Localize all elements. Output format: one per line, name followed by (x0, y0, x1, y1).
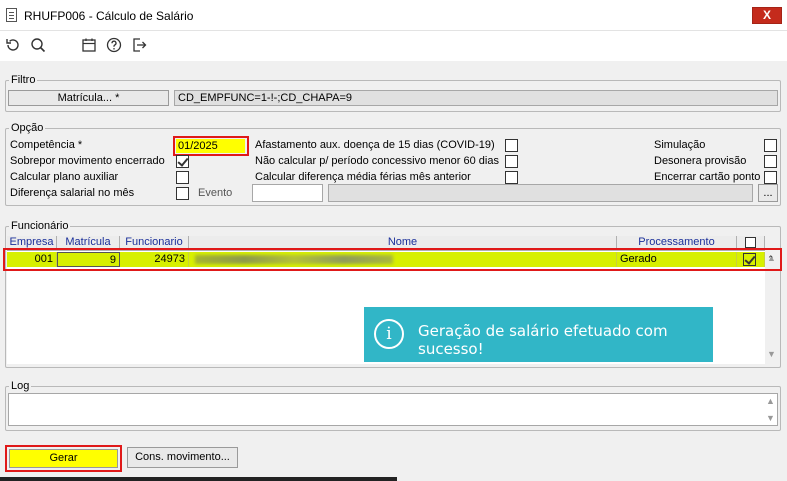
cell-matricula[interactable]: 9 (57, 252, 120, 267)
evento-lookup-button[interactable]: ... (758, 184, 778, 202)
competencia-label: Competência * (10, 139, 83, 151)
col-header-matricula[interactable]: Matrícula (57, 236, 120, 250)
grid-scrollbar[interactable]: ▲ ▼ (765, 250, 778, 364)
encerrar-label: Encerrar cartão ponto (654, 171, 761, 183)
log-textarea[interactable] (8, 393, 778, 426)
log-scroll-down-icon[interactable]: ▼ (766, 413, 775, 423)
log-scroll-up-icon[interactable]: ▲ (766, 396, 775, 406)
simulacao-label: Simulação (654, 139, 706, 151)
evento-label: Evento (198, 187, 233, 199)
evento-input[interactable] (252, 184, 323, 202)
afastamento-label: Afastamento aux. doença de 15 dias (COVI… (255, 139, 495, 151)
undo-icon[interactable] (4, 36, 22, 54)
desonera-label: Desonera provisão (654, 155, 747, 167)
close-button[interactable]: X (752, 7, 782, 24)
opcao-label: Opção (9, 122, 46, 134)
log-label: Log (9, 380, 32, 392)
help-icon[interactable] (105, 36, 123, 54)
col-header-select[interactable] (737, 236, 765, 250)
plano-auxiliar-checkbox[interactable] (176, 171, 189, 184)
matricula-button[interactable]: Matrícula... * (8, 90, 169, 106)
col-header-processamento[interactable]: Processamento (617, 236, 737, 250)
row-caret-icon: ⌃ (767, 254, 775, 264)
cons-movimento-button[interactable]: Cons. movimento... (127, 447, 238, 468)
row-select-checkbox[interactable] (743, 253, 756, 266)
cell-nome (189, 252, 617, 267)
encerrar-checkbox[interactable] (764, 171, 777, 184)
sobrepor-checkbox[interactable] (176, 155, 189, 168)
evento-description (328, 184, 753, 202)
blurred-name (195, 255, 393, 264)
exit-icon[interactable] (130, 36, 148, 54)
document-icon (6, 8, 17, 22)
cell-empresa: 001 (7, 252, 57, 267)
funcionario-label: Funcionário (9, 220, 71, 232)
success-toast: i Geração de salário efetuado com sucess… (364, 307, 713, 362)
cell-processamento: Gerado (617, 252, 737, 267)
col-header-funcionario[interactable]: Funcionario (120, 236, 189, 250)
toolbar (0, 31, 787, 61)
desonera-checkbox[interactable] (764, 155, 777, 168)
diferenca-media-label: Calcular diferença média férias mês ante… (255, 171, 471, 183)
nao-calcular-label: Não calcular p/ período concessivo menor… (255, 155, 499, 167)
search-icon[interactable] (29, 36, 47, 54)
window-title: RHUFP006 - Cálculo de Salário (24, 9, 194, 23)
filtro-label: Filtro (9, 74, 38, 86)
diferenca-salarial-label: Diferença salarial no mês (10, 187, 135, 199)
gerar-button[interactable]: Gerar (9, 449, 118, 468)
afastamento-checkbox[interactable] (505, 139, 518, 152)
cell-funcionario: 24973 (120, 252, 189, 267)
select-all-checkbox[interactable] (745, 237, 756, 248)
diferenca-media-checkbox[interactable] (505, 171, 518, 184)
nao-calcular-checkbox[interactable] (505, 155, 518, 168)
bottom-edge (0, 477, 397, 481)
simulacao-checkbox[interactable] (764, 139, 777, 152)
scroll-down-icon[interactable]: ▼ (767, 349, 776, 359)
competencia-input[interactable]: 01/2025 (176, 139, 245, 153)
col-header-empresa[interactable]: Empresa (7, 236, 57, 250)
cell-select (737, 252, 765, 267)
toast-message: Geração de salário efetuado com sucesso! (418, 322, 668, 358)
title-bar: RHUFP006 - Cálculo de Salário X (0, 0, 787, 31)
calendar-icon[interactable] (80, 36, 98, 54)
info-icon: i (374, 319, 404, 349)
plano-auxiliar-label: Calcular plano auxiliar (10, 171, 119, 183)
diferenca-salarial-checkbox[interactable] (176, 187, 189, 200)
col-header-nome[interactable]: Nome (189, 236, 617, 250)
sobrepor-label: Sobrepor movimento encerrado (10, 155, 165, 167)
filtro-value: CD_EMPFUNC=1-!-;CD_CHAPA=9 (174, 90, 778, 106)
